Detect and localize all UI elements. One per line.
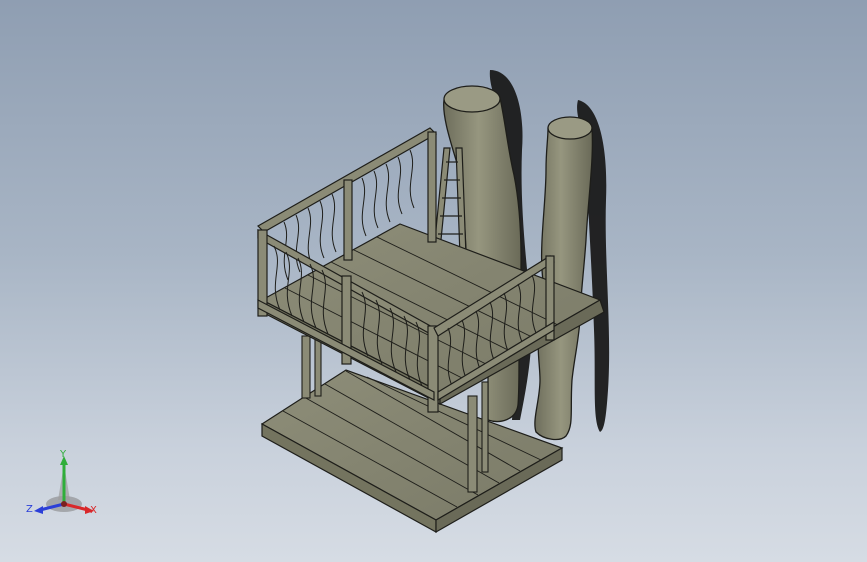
graphics-viewport[interactable]: Y Z X	[0, 0, 867, 562]
triad-x-label: X	[90, 505, 97, 516]
triad-y-label: Y	[60, 449, 67, 460]
triad-z-label: Z	[26, 504, 33, 515]
view-orientation-triad[interactable]: Y Z X	[24, 448, 104, 524]
model-scene[interactable]	[0, 0, 867, 562]
